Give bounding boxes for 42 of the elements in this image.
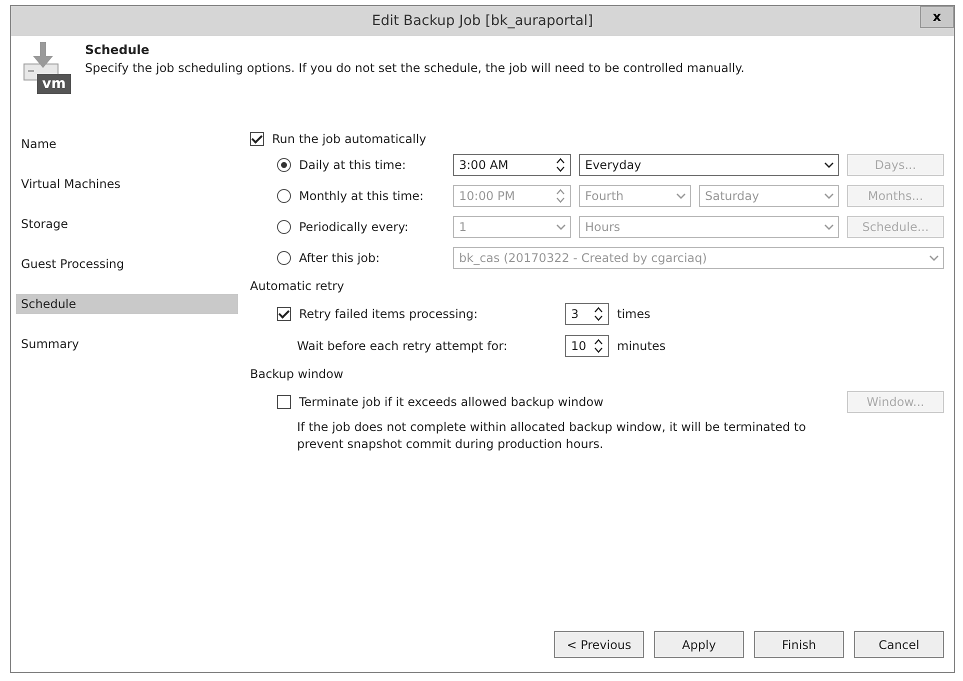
close-button[interactable]: x	[920, 6, 954, 28]
footer-button[interactable]: Apply	[654, 631, 744, 658]
nav-item[interactable]: Name	[16, 134, 238, 154]
footer-button[interactable]: Cancel	[854, 631, 944, 658]
radio-label: Daily at this time:	[299, 158, 406, 172]
nav-item[interactable]: Virtual Machines	[16, 174, 238, 194]
wait-label: Wait before each retry attempt for:	[296, 339, 508, 353]
time-spinner[interactable]: 3:00 AM	[453, 154, 571, 176]
checkbox-label: Retry failed items processing:	[299, 307, 478, 321]
section-heading: Backup window	[250, 367, 344, 381]
page-description: Specify the job scheduling options. If you do not set the schedule, the job will need to be controlled manually.	[85, 61, 744, 75]
radio-button[interactable]	[277, 158, 291, 172]
checkbox[interactable]	[277, 395, 291, 409]
radio-button[interactable]	[277, 189, 291, 203]
number-spinner[interactable]: 10	[565, 335, 609, 357]
radio-button[interactable]	[277, 251, 291, 265]
section-heading: Automatic retry	[250, 279, 346, 293]
nav-item[interactable]: Guest Processing	[16, 254, 238, 274]
checkbox-label: Run the job automatically	[272, 132, 426, 146]
unit-label: times	[617, 307, 652, 321]
spin-arrows-icon[interactable]	[593, 338, 604, 354]
caret-icon[interactable]	[824, 162, 834, 168]
number-spinner[interactable]: 3	[565, 303, 609, 325]
footer-button[interactable]: < Previous	[554, 631, 644, 658]
checkbox[interactable]	[250, 132, 264, 146]
window-title: Edit Backup Job [bk_auraportal]	[372, 13, 594, 29]
spin-arrows-icon[interactable]	[555, 157, 566, 173]
unit-label: minutes	[617, 339, 667, 353]
note-text: If the job does not complete within allocated backup window, it will be terminated to prevent snapshot commit during production hours.	[297, 419, 807, 453]
spin-arrows-icon[interactable]	[593, 306, 604, 322]
nav-item[interactable]: Summary	[16, 334, 238, 354]
checkbox-label: Terminate job if it exceeds allowed backup window	[299, 395, 604, 409]
page-title: Schedule	[85, 42, 150, 57]
checkbox[interactable]	[277, 307, 291, 321]
footer-button[interactable]: Finish	[754, 631, 844, 658]
nav-item[interactable]: Storage	[16, 214, 238, 234]
dropdown[interactable]: Everyday	[579, 154, 839, 176]
nav-item[interactable]: Schedule	[16, 294, 238, 314]
radio-button[interactable]	[277, 220, 291, 234]
radio-label: Periodically every:	[299, 220, 408, 234]
radio-label: Monthly at this time:	[299, 189, 424, 203]
radio-label: After this job:	[299, 251, 380, 265]
